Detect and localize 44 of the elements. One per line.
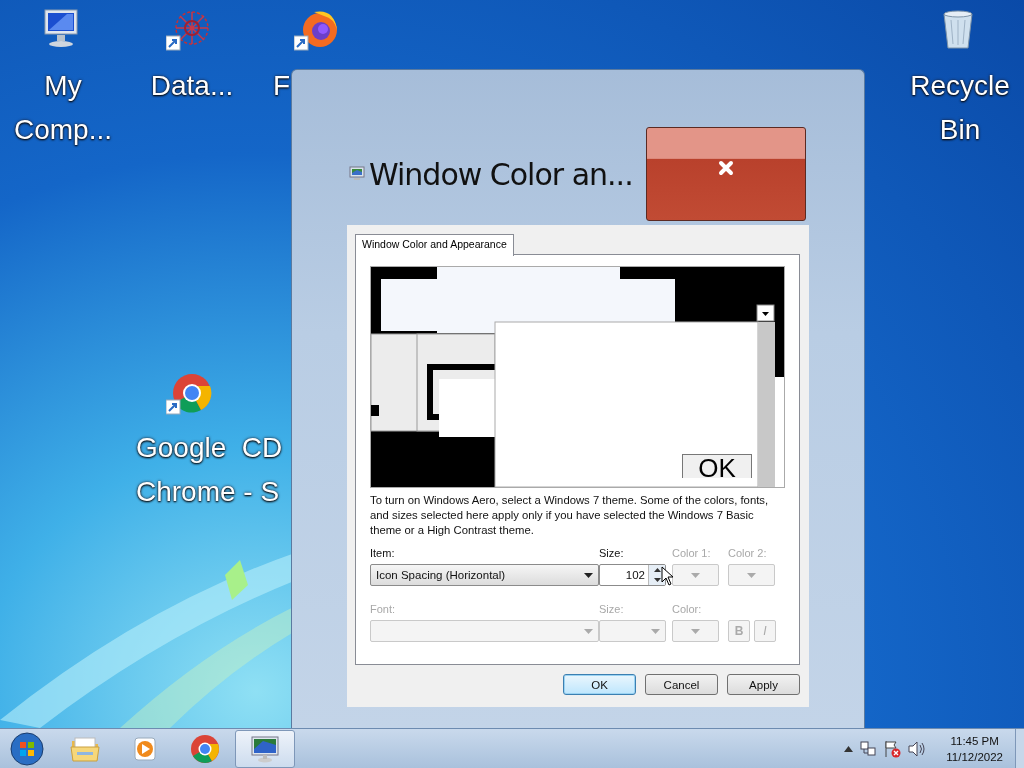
network-icon[interactable]: [860, 740, 877, 757]
close-icon: [718, 160, 734, 176]
dialog-button[interactable]: OK: [563, 674, 636, 695]
dropdown-arrow-icon: [651, 628, 660, 634]
icon-label: My: [43, 69, 83, 103]
icon-label: F: [273, 69, 291, 103]
spin-down-icon: [653, 578, 661, 582]
description-text: To turn on Windows Aero, select a Windows 7 theme. Some of the colors, fonts, and sizes selected here apply only if you have selected the Windows 7 Basic theme or a High Contrast theme.: [370, 493, 770, 538]
field-label: Item:: [370, 547, 396, 561]
field-label: Color 2:: [728, 547, 768, 561]
field-label: Color 1:: [672, 547, 712, 561]
dropdown-arrow-icon: [691, 572, 700, 578]
taskbar-button[interactable]: [235, 729, 295, 768]
dropdown-arrow-icon: [584, 628, 593, 634]
dropdown-arrow-icon: [691, 628, 700, 634]
dialog-button[interactable]: Apply: [727, 674, 800, 695]
close-button[interactable]: [646, 127, 806, 221]
icon-label: Google CD: [136, 431, 283, 465]
flag-icon[interactable]: [883, 739, 902, 758]
chrome-icon: [189, 732, 221, 765]
caret-icon[interactable]: [844, 745, 854, 752]
icon-label: Recycle: [909, 69, 1011, 103]
monitor-icon: [349, 166, 365, 182]
speaker-icon[interactable]: [908, 740, 927, 757]
windows-logo-icon: [10, 731, 44, 766]
dropdown-arrow-icon: [747, 572, 756, 578]
tab[interactable]: Window Color and Appearance: [355, 234, 514, 256]
window-title: Window Color an...: [369, 156, 633, 192]
icon-label: Data...: [149, 69, 235, 103]
show-desktop-button[interactable]: [1015, 729, 1024, 768]
spin-up-icon: [653, 568, 661, 572]
dropdown-arrow-icon: [584, 572, 593, 578]
icon-label: Bin: [938, 113, 982, 147]
field-label: Font:: [370, 603, 397, 617]
dropdown[interactable]: Icon Spacing (Horizontal): [370, 564, 599, 586]
icon-label: Chrome - S: [136, 475, 281, 509]
field-label: Color:: [672, 603, 703, 617]
dialog-button[interactable]: Cancel: [645, 674, 718, 695]
field-label: Size:: [599, 547, 625, 561]
clock-date: 11/12/2022: [946, 749, 1003, 765]
icon-label: Comp...: [13, 113, 113, 147]
clock-time: 11:45 PM: [950, 733, 999, 749]
field-label: Size:: [599, 603, 625, 617]
mouse-pointer-icon: [661, 566, 674, 586]
